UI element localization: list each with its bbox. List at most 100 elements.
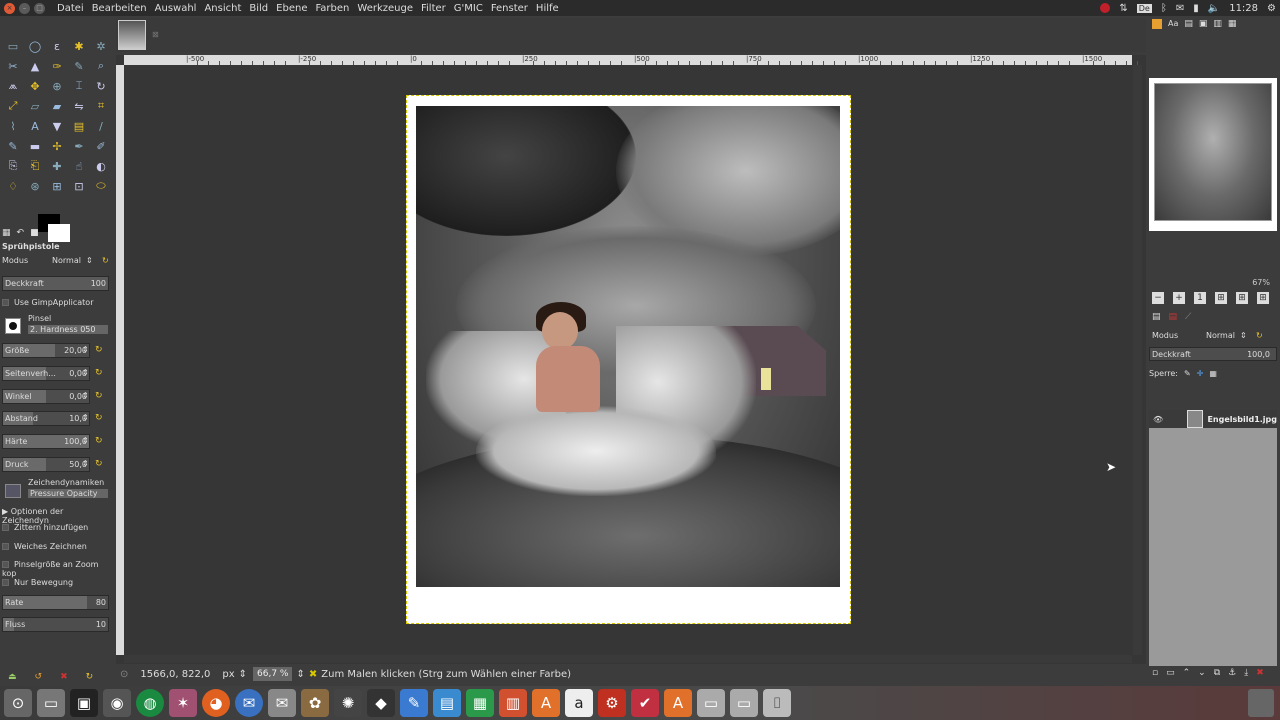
- file-manager-icon[interactable]: ▭: [37, 689, 65, 717]
- network-icon[interactable]: ⇅: [1119, 3, 1127, 14]
- pen-icon[interactable]: ✎: [400, 689, 428, 717]
- slider-spin-icon[interactable]: ⇕: [82, 391, 89, 400]
- ink-icon[interactable]: ✒: [68, 136, 90, 156]
- delete-options-icon[interactable]: ✖: [60, 672, 68, 682]
- zoom-select[interactable]: 66,7 %: [253, 667, 293, 681]
- dodge-burn-icon[interactable]: ◐: [90, 156, 112, 176]
- maximize-window-icon[interactable]: □: [34, 2, 45, 14]
- dynamics-icon[interactable]: [5, 484, 21, 498]
- close-tab-icon[interactable]: ⊠: [152, 30, 159, 39]
- menu-auswahl[interactable]: Auswahl: [155, 3, 197, 14]
- scale-icon[interactable]: ⤢: [2, 96, 24, 116]
- bluetooth-icon[interactable]: ᛒ: [1161, 3, 1167, 14]
- color-picker-icon[interactable]: ✎: [68, 56, 90, 76]
- image-tab-thumbnail[interactable]: [118, 20, 146, 50]
- layer-row[interactable]: 👁 Engelsbild1.jpg: [1149, 410, 1277, 428]
- paintbrush-icon[interactable]: ✎: [2, 136, 24, 156]
- brush-slider[interactable]: Seitenverh... 0,00: [2, 366, 90, 381]
- mail-icon[interactable]: ✉: [1176, 3, 1184, 14]
- raise-layer-icon[interactable]: ⌃: [1183, 668, 1191, 678]
- rect-select-icon[interactable]: ▭: [2, 36, 24, 56]
- visibility-eye-icon[interactable]: 👁: [1153, 415, 1163, 424]
- scissors-icon[interactable]: ✂: [2, 56, 24, 76]
- brush-slider[interactable]: Druck 50,0: [2, 457, 90, 472]
- inkscape-icon[interactable]: ◆: [367, 689, 395, 717]
- menu-ebene[interactable]: Ebene: [276, 3, 307, 14]
- gegl-icon[interactable]: ⊛: [24, 176, 46, 196]
- lower-layer-icon[interactable]: ⌄: [1198, 668, 1206, 678]
- gimp-icon[interactable]: ✿: [301, 689, 329, 717]
- restore-options-icon[interactable]: ↺: [35, 672, 43, 682]
- eraser-icon[interactable]: ▬: [24, 136, 46, 156]
- jitter-row[interactable]: Zittern hinzufügen: [2, 523, 88, 532]
- battery-icon[interactable]: ▮: [1193, 3, 1199, 14]
- todo-icon[interactable]: ✔: [631, 689, 659, 717]
- brush-name[interactable]: 2. Hardness 050: [28, 325, 108, 334]
- device-status-icon[interactable]: ↶: [17, 228, 25, 238]
- impress-icon[interactable]: ▥: [499, 689, 527, 717]
- calc-icon[interactable]: ▦: [466, 689, 494, 717]
- tool-options-icon[interactable]: ▦: [2, 228, 11, 238]
- lock-pixels-icon[interactable]: ✎: [1184, 369, 1191, 378]
- heal-icon[interactable]: ✚: [46, 156, 68, 176]
- dynamics-name[interactable]: Pressure Opacity: [28, 489, 108, 498]
- save-options-icon[interactable]: ⏏: [8, 672, 17, 682]
- templates-icon[interactable]: ▥: [1213, 19, 1222, 29]
- warp-icon[interactable]: ⌇: [2, 116, 24, 136]
- mypaint-icon[interactable]: ✐: [90, 136, 112, 156]
- brush-slider[interactable]: Winkel 0,00: [2, 389, 90, 404]
- layer-mode-select[interactable]: Normal: [1206, 331, 1235, 340]
- airbrush-icon[interactable]: ✢: [46, 136, 68, 156]
- volume-icon[interactable]: 🔈: [1208, 3, 1220, 14]
- handle-transform-icon[interactable]: ⊡: [68, 176, 90, 196]
- ellipse-select-icon[interactable]: ◯: [24, 36, 46, 56]
- crop-icon[interactable]: ⌶: [68, 76, 90, 96]
- minimize-window-icon[interactable]: –: [19, 2, 30, 14]
- merge-layer-icon[interactable]: ⤓: [1244, 668, 1248, 678]
- unified-transform-icon[interactable]: ⊞: [46, 176, 68, 196]
- foreground-select-icon[interactable]: ▲: [24, 56, 46, 76]
- writer-icon[interactable]: ▤: [433, 689, 461, 717]
- unit-select[interactable]: px: [222, 669, 234, 680]
- slider-spin-icon[interactable]: ⇕: [82, 345, 89, 354]
- layer-mode-reset-icon[interactable]: ↻: [1256, 331, 1263, 340]
- clone-icon[interactable]: ⎘: [2, 156, 24, 176]
- menu-bild[interactable]: Bild: [249, 3, 268, 14]
- flow-slider[interactable]: Fluss 10: [2, 617, 109, 632]
- duplicate-layer-icon[interactable]: ⧉: [1214, 668, 1220, 678]
- camera-icon[interactable]: ◉: [103, 689, 131, 717]
- drive-icon-2[interactable]: ▭: [730, 689, 758, 717]
- zoom-in-icon[interactable]: +: [1173, 292, 1185, 304]
- color-wheel-icon[interactable]: ✺: [334, 689, 362, 717]
- menu-farben[interactable]: Farben: [315, 3, 349, 14]
- blur-icon[interactable]: ♢: [2, 176, 24, 196]
- anchor-layer-icon[interactable]: ⚓: [1228, 668, 1236, 678]
- gear-icon[interactable]: ⚙: [1267, 3, 1276, 14]
- close-window-icon[interactable]: ×: [4, 2, 15, 14]
- unit-spin-icon[interactable]: ⇕: [239, 669, 247, 680]
- navigator-preview[interactable]: [1149, 78, 1277, 231]
- gimpapplicator-row[interactable]: Use GimpApplicator: [2, 298, 93, 307]
- canvas-image[interactable]: [416, 106, 840, 587]
- horizontal-scrollbar[interactable]: [124, 655, 1132, 663]
- mode-spin-icon[interactable]: ⇕: [86, 256, 93, 265]
- zoom-fill-icon[interactable]: ⊞: [1236, 292, 1248, 304]
- colorize-icon[interactable]: ⬭: [90, 176, 112, 196]
- zoom-fit-icon[interactable]: ⊞: [1215, 292, 1227, 304]
- menu-filter[interactable]: Filter: [421, 3, 446, 14]
- brush-zoom-checkbox[interactable]: [2, 561, 9, 568]
- jitter-checkbox[interactable]: [2, 524, 9, 531]
- slider-spin-icon[interactable]: ⇕: [82, 413, 89, 422]
- pattern-icon[interactable]: [1152, 19, 1162, 29]
- brush-zoom-row[interactable]: Pinselgröße an Zoom kop: [2, 560, 112, 578]
- document-history-icon[interactable]: ▤: [1184, 19, 1193, 29]
- shrink-wrap-icon[interactable]: ⊞: [1257, 292, 1269, 304]
- slider-reset-icon[interactable]: ↻: [95, 459, 105, 469]
- trash-icon[interactable]: [1248, 689, 1274, 717]
- slider-spin-icon[interactable]: ⇕: [82, 368, 89, 377]
- channels-tab-icon[interactable]: ▤: [1169, 312, 1178, 322]
- usb-icon[interactable]: ⌷: [763, 689, 791, 717]
- slider-reset-icon[interactable]: ↻: [95, 413, 105, 423]
- menu-ansicht[interactable]: Ansicht: [204, 3, 241, 14]
- incremental-row[interactable]: Nur Bewegung: [2, 578, 73, 587]
